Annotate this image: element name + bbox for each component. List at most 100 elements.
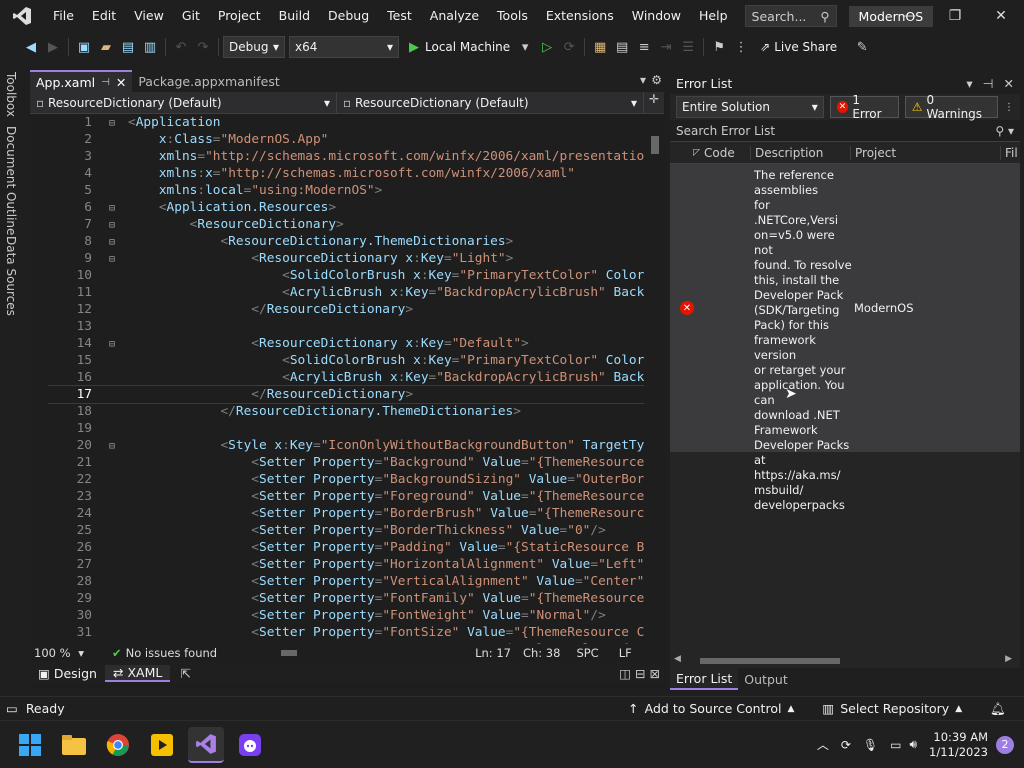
whitespace-indicator[interactable]: SPC — [576, 646, 598, 660]
tab-output[interactable]: Output — [738, 668, 793, 690]
tab-app-xaml[interactable]: App.xaml ⊣ ✕ — [30, 70, 133, 92]
sort-icon[interactable]: ◸ — [670, 148, 700, 158]
live-share-button[interactable]: ⇗ Live Share — [760, 40, 837, 54]
code-line[interactable]: 5 xmlns:local="using:ModernOS"> — [48, 182, 644, 199]
menu-item-analyze[interactable]: Analyze — [421, 0, 488, 32]
xaml-tab[interactable]: ⇄ XAML — [104, 664, 171, 682]
code-line[interactable]: 21 <Setter Property="Background" Value="… — [48, 454, 644, 471]
fold-toggle-icon[interactable]: ⊟ — [96, 115, 128, 132]
scroll-thumb[interactable] — [281, 650, 298, 656]
error-horizontal-scrollbar[interactable]: ◀ ▶ — [670, 654, 1020, 668]
menu-item-window[interactable]: Window — [623, 0, 690, 32]
redo-icon[interactable]: ↷ — [192, 36, 214, 58]
show-hidden-icons-icon[interactable]: ︿ — [817, 736, 829, 753]
code-line[interactable]: 16 <AcrylicBrush x:Key="BackdropAcrylicB… — [48, 369, 644, 386]
fold-toggle-icon[interactable]: ⊟ — [96, 200, 128, 217]
line-ending-indicator[interactable]: LF — [619, 646, 632, 660]
horizontal-scrollbar[interactable] — [271, 649, 451, 657]
menu-item-view[interactable]: View — [125, 0, 173, 32]
code-area[interactable]: 1 ⊟ <Application 2 x:Class="ModernOS.App" 3 … — [48, 114, 644, 652]
code-line[interactable]: 6 ⊟ <Application.Resources> — [48, 199, 644, 216]
toolbar-overflow-icon[interactable]: ⋮ — [730, 36, 752, 58]
minimize-button[interactable]: — — [886, 0, 932, 32]
start-without-debug-icon[interactable]: ▷ — [536, 36, 558, 58]
chrome-icon[interactable] — [100, 727, 136, 763]
bookmark-icon[interactable]: ⚑ — [708, 36, 730, 58]
search-box[interactable]: Search... ⚲ — [744, 5, 837, 27]
layout-icon[interactable]: ▤ — [611, 36, 633, 58]
menu-item-test[interactable]: Test — [378, 0, 421, 32]
error-search-box[interactable]: Search Error List ⚲ ▾ — [670, 120, 1020, 142]
code-line[interactable]: 7 ⊟ <ResourceDictionary> — [48, 216, 644, 233]
code-line[interactable]: 3 xmlns="http://schemas.microsoft.com/wi… — [48, 148, 644, 165]
code-line[interactable]: 31 <Setter Property="FontSize" Value="{T… — [48, 624, 644, 641]
vertical-scrollbar[interactable] — [646, 114, 664, 652]
platform-select[interactable]: x64 ▾ — [289, 36, 399, 58]
code-line[interactable]: 1 ⊟ <Application — [48, 114, 644, 131]
split-editor-icon[interactable]: ✛ — [644, 92, 664, 113]
column-file[interactable]: Fil — [1000, 145, 1018, 160]
fold-toggle-icon[interactable]: ⊟ — [96, 251, 128, 268]
warnings-filter-button[interactable]: ⚠ 0 Warnings — [904, 93, 998, 121]
configuration-select[interactable]: Debug ▾ — [223, 36, 285, 58]
data-sources-tab[interactable]: Data Sources — [4, 236, 18, 316]
notification-badge[interactable]: 2 — [996, 735, 1014, 754]
code-line[interactable]: 24 <Setter Property="BorderBrush" Value=… — [48, 505, 644, 522]
column-description[interactable]: Description — [750, 145, 850, 160]
undo-icon[interactable]: ↶ — [170, 36, 192, 58]
hot-reload-icon[interactable]: ⟳ — [558, 36, 580, 58]
code-line[interactable]: 29 <Setter Property="FontFamily" Value="… — [48, 590, 644, 607]
forward-icon[interactable]: ▶ — [42, 36, 64, 58]
line-indicator[interactable]: Ln: 17 — [475, 646, 511, 660]
tab-package-manifest[interactable]: Package.appxmanifest — [132, 70, 285, 92]
feedback-icon[interactable]: ✎ — [851, 36, 873, 58]
column-code[interactable]: Code — [700, 146, 750, 160]
new-project-icon[interactable]: ▣ — [73, 36, 95, 58]
solution-explorer-icon[interactable]: ▦ — [589, 36, 611, 58]
microphone-icon[interactable]: 🎙︎ — [863, 738, 878, 752]
format-icon[interactable]: ≡ — [633, 36, 655, 58]
github-desktop-icon[interactable] — [232, 727, 268, 763]
code-line[interactable]: 12 </ResourceDictionary> — [48, 301, 644, 318]
clock[interactable]: 10:39 AM 1/11/2023 — [929, 730, 988, 760]
toolbox-tab[interactable]: Toolbox — [4, 72, 18, 117]
scroll-thumb[interactable] — [700, 658, 840, 664]
notifications-bell-icon[interactable]: 🔔︎ — [990, 701, 1006, 717]
zoom-select[interactable]: 100 % ▾ — [30, 646, 88, 660]
close-button[interactable]: ✕ — [978, 0, 1024, 32]
issues-status[interactable]: No issues found — [126, 646, 217, 660]
code-line[interactable]: 27 <Setter Property="HorizontalAlignment… — [48, 556, 644, 573]
pin-icon[interactable]: ⊣ — [983, 76, 994, 91]
file-explorer-icon[interactable] — [56, 727, 92, 763]
indent-icon[interactable]: ⇥ — [655, 36, 677, 58]
add-source-control-button[interactable]: ↑ Add to Source Control ▲ — [628, 701, 794, 716]
fold-toggle-icon[interactable]: ⊟ — [96, 234, 128, 251]
nav-scope-right[interactable]: ▫ ResourceDictionary (Default) ▾ — [337, 92, 644, 113]
code-line[interactable]: 20 ⊟ <Style x:Key="IconOnlyWithoutBackgro… — [48, 437, 644, 454]
network-icon[interactable]: ▭ — [890, 738, 901, 752]
select-repository-button[interactable]: ▥ Select Repository ▲ — [822, 701, 962, 716]
split-vertical-icon[interactable]: ◫ — [619, 666, 631, 681]
menu-item-tools[interactable]: Tools — [488, 0, 537, 32]
code-line[interactable]: 11 <AcrylicBrush x:Key="BackdropAcrylicB… — [48, 284, 644, 301]
run-target-dropdown-icon[interactable]: ▾ — [514, 36, 536, 58]
close-tab-icon[interactable]: ✕ — [116, 75, 126, 90]
code-line[interactable]: 4 xmlns:x="http://schemas.microsoft.com/… — [48, 165, 644, 182]
code-line[interactable]: 28 <Setter Property="VerticalAlignment" … — [48, 573, 644, 590]
fold-toggle-icon[interactable]: ⊟ — [96, 438, 128, 455]
media-player-icon[interactable] — [144, 727, 180, 763]
code-line[interactable]: 19 — [48, 420, 644, 437]
visual-studio-taskbar-icon[interactable] — [188, 726, 224, 763]
start-debug-icon[interactable]: ▶ — [403, 36, 425, 58]
tab-error-list[interactable]: Error List — [670, 668, 739, 690]
code-line[interactable]: 22 <Setter Property="BackgroundSizing" V… — [48, 471, 644, 488]
error-row[interactable]: ✕ The reference assemblies for .NETCore,Ve… — [670, 164, 1020, 512]
save-all-icon[interactable]: ▥ — [139, 36, 161, 58]
menu-item-extensions[interactable]: Extensions — [537, 0, 623, 32]
code-line[interactable]: 10 <SolidColorBrush x:Key="PrimaryTextCo… — [48, 267, 644, 284]
window-options-icon[interactable]: ▾ — [966, 76, 972, 91]
code-line[interactable]: 8 ⊟ <ResourceDictionary.ThemeDictionaries… — [48, 233, 644, 250]
collapse-pane-icon[interactable]: ⊠ — [650, 666, 660, 681]
menu-item-debug[interactable]: Debug — [319, 0, 378, 32]
fold-toggle-icon[interactable]: ⊟ — [96, 336, 128, 353]
